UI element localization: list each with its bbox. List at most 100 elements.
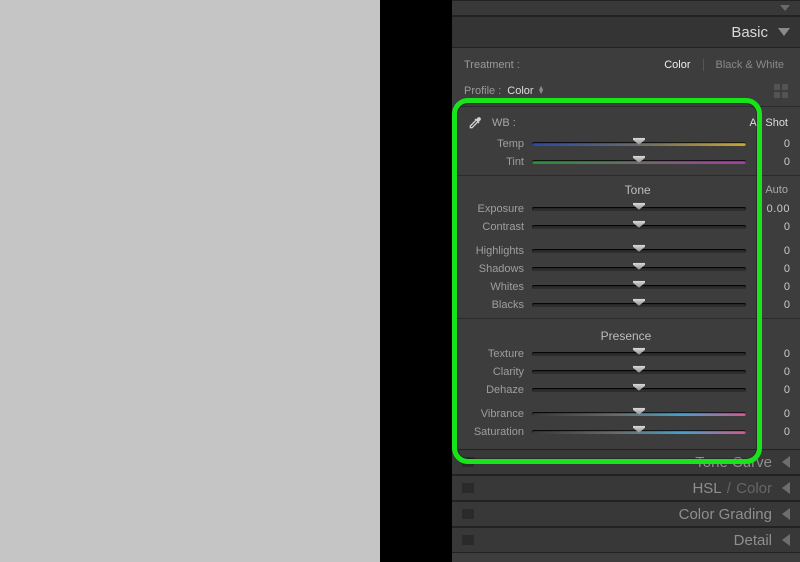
- slider-value[interactable]: 0: [746, 138, 790, 150]
- basic-panel-body: Treatment : Color Black & White Profile …: [452, 48, 800, 449]
- tone-header: Tone Auto: [452, 180, 800, 200]
- right-panel-area: Basic Treatment : Color Black & White Pr…: [452, 0, 800, 562]
- panel-switch-icon[interactable]: [462, 509, 474, 519]
- slider-texture: Texture 0: [452, 345, 800, 363]
- slider-vibrance: Vibrance 0: [452, 405, 800, 423]
- divider: [452, 318, 800, 319]
- slider-tint: Tint 0: [452, 153, 800, 171]
- slider-value[interactable]: 0: [746, 408, 790, 420]
- slider-thumb-icon: [633, 245, 645, 257]
- panel-switch-icon[interactable]: [462, 535, 474, 545]
- slider-label: Blacks: [462, 299, 532, 311]
- shadows-slider[interactable]: [532, 262, 746, 276]
- slider-thumb-icon: [633, 366, 645, 378]
- slider-thumb-icon: [633, 426, 645, 438]
- chevron-down-icon: [780, 5, 790, 11]
- divider: [703, 59, 704, 71]
- vibrance-slider[interactable]: [532, 407, 746, 421]
- slider-label: Whites: [462, 281, 532, 293]
- temp-slider[interactable]: [532, 137, 746, 151]
- slider-contrast: Contrast 0: [452, 218, 800, 236]
- slider-value[interactable]: 0: [746, 366, 790, 378]
- auto-button[interactable]: Auto: [765, 184, 788, 196]
- slider-label: Highlights: [462, 245, 532, 257]
- clarity-slider[interactable]: [532, 365, 746, 379]
- slider-thumb-icon: [633, 156, 645, 168]
- slider-thumb-icon: [633, 263, 645, 275]
- slider-highlights: Highlights 0: [452, 242, 800, 260]
- slider-whites: Whites 0: [452, 278, 800, 296]
- slider-label: Vibrance: [462, 408, 532, 420]
- slider-label: Texture: [462, 348, 532, 360]
- panel-title: Tone Curve: [695, 454, 772, 471]
- slider-dehaze: Dehaze 0: [452, 381, 800, 399]
- contrast-slider[interactable]: [532, 220, 746, 234]
- slider-clarity: Clarity 0: [452, 363, 800, 381]
- slider-value[interactable]: 0: [746, 384, 790, 396]
- eyedropper-icon[interactable]: [464, 115, 486, 131]
- panel-header-tone-curve[interactable]: Tone Curve: [452, 449, 800, 475]
- panel-title: Color Grading: [679, 506, 772, 523]
- slider-thumb-icon: [633, 138, 645, 150]
- slider-label: Shadows: [462, 263, 532, 275]
- dehaze-slider[interactable]: [532, 383, 746, 397]
- slider-saturation: Saturation 0: [452, 423, 800, 441]
- slider-value[interactable]: 0: [746, 221, 790, 233]
- slider-value[interactable]: 0: [746, 426, 790, 438]
- whites-slider[interactable]: [532, 280, 746, 294]
- panel-header-basic[interactable]: Basic: [452, 16, 800, 48]
- slider-label: Temp: [462, 138, 532, 150]
- slider-label: Contrast: [462, 221, 532, 233]
- exposure-slider[interactable]: [532, 202, 746, 216]
- black-gap: [380, 0, 452, 562]
- color-text: Color: [736, 480, 772, 497]
- divider: [452, 106, 800, 107]
- profile-row: Profile : Color ▲▼: [452, 80, 800, 102]
- slider-thumb-icon: [633, 221, 645, 233]
- profile-label: Profile :: [464, 85, 501, 97]
- wb-label: WB :: [492, 117, 516, 129]
- slider-value[interactable]: 0: [746, 245, 790, 257]
- preview-area: [0, 0, 380, 562]
- slider-value[interactable]: 0: [746, 263, 790, 275]
- chevron-left-icon: [782, 508, 790, 520]
- slider-thumb-icon: [633, 384, 645, 396]
- slider-label: Saturation: [462, 426, 532, 438]
- slider-value[interactable]: 0: [746, 348, 790, 360]
- slider-shadows: Shadows 0: [452, 260, 800, 278]
- wb-dropdown[interactable]: As Shot: [749, 117, 788, 129]
- chevron-left-icon: [782, 482, 790, 494]
- panel-header-hsl-color[interactable]: HSL / Color: [452, 475, 800, 501]
- saturation-slider[interactable]: [532, 425, 746, 439]
- treatment-bw-button[interactable]: Black & White: [712, 57, 788, 73]
- treatment-color-button[interactable]: Color: [660, 57, 694, 73]
- panel-switch-icon[interactable]: [462, 457, 474, 467]
- texture-slider[interactable]: [532, 347, 746, 361]
- highlights-slider[interactable]: [532, 244, 746, 258]
- slider-value[interactable]: 0: [746, 281, 790, 293]
- profile-dropdown[interactable]: Color: [507, 85, 533, 97]
- chevron-down-icon: [778, 28, 790, 36]
- slider-thumb-icon: [633, 348, 645, 360]
- slider-label: Tint: [462, 156, 532, 168]
- slider-value[interactable]: 0: [746, 299, 790, 311]
- panel-header-color-grading[interactable]: Color Grading: [452, 501, 800, 527]
- tint-slider[interactable]: [532, 155, 746, 169]
- group-title: Tone: [625, 183, 651, 197]
- updown-icon: ▲▼: [538, 87, 545, 95]
- chevron-left-icon: [782, 534, 790, 546]
- group-title: Presence: [452, 323, 800, 345]
- slider-value[interactable]: 0.00: [746, 203, 790, 215]
- collapsed-panel-top[interactable]: [452, 0, 800, 16]
- develop-panel: Basic Treatment : Color Black & White Pr…: [452, 0, 800, 562]
- panel-switch-icon[interactable]: [462, 483, 474, 493]
- profile-browser-button[interactable]: [774, 84, 788, 98]
- wb-row: WB : As Shot: [452, 111, 800, 135]
- panel-title: Basic: [731, 24, 768, 41]
- slider-value[interactable]: 0: [746, 156, 790, 168]
- blacks-slider[interactable]: [532, 298, 746, 312]
- panel-header-detail[interactable]: Detail: [452, 527, 800, 553]
- divider: [452, 175, 800, 176]
- slider-label: Dehaze: [462, 384, 532, 396]
- slider-label: Clarity: [462, 366, 532, 378]
